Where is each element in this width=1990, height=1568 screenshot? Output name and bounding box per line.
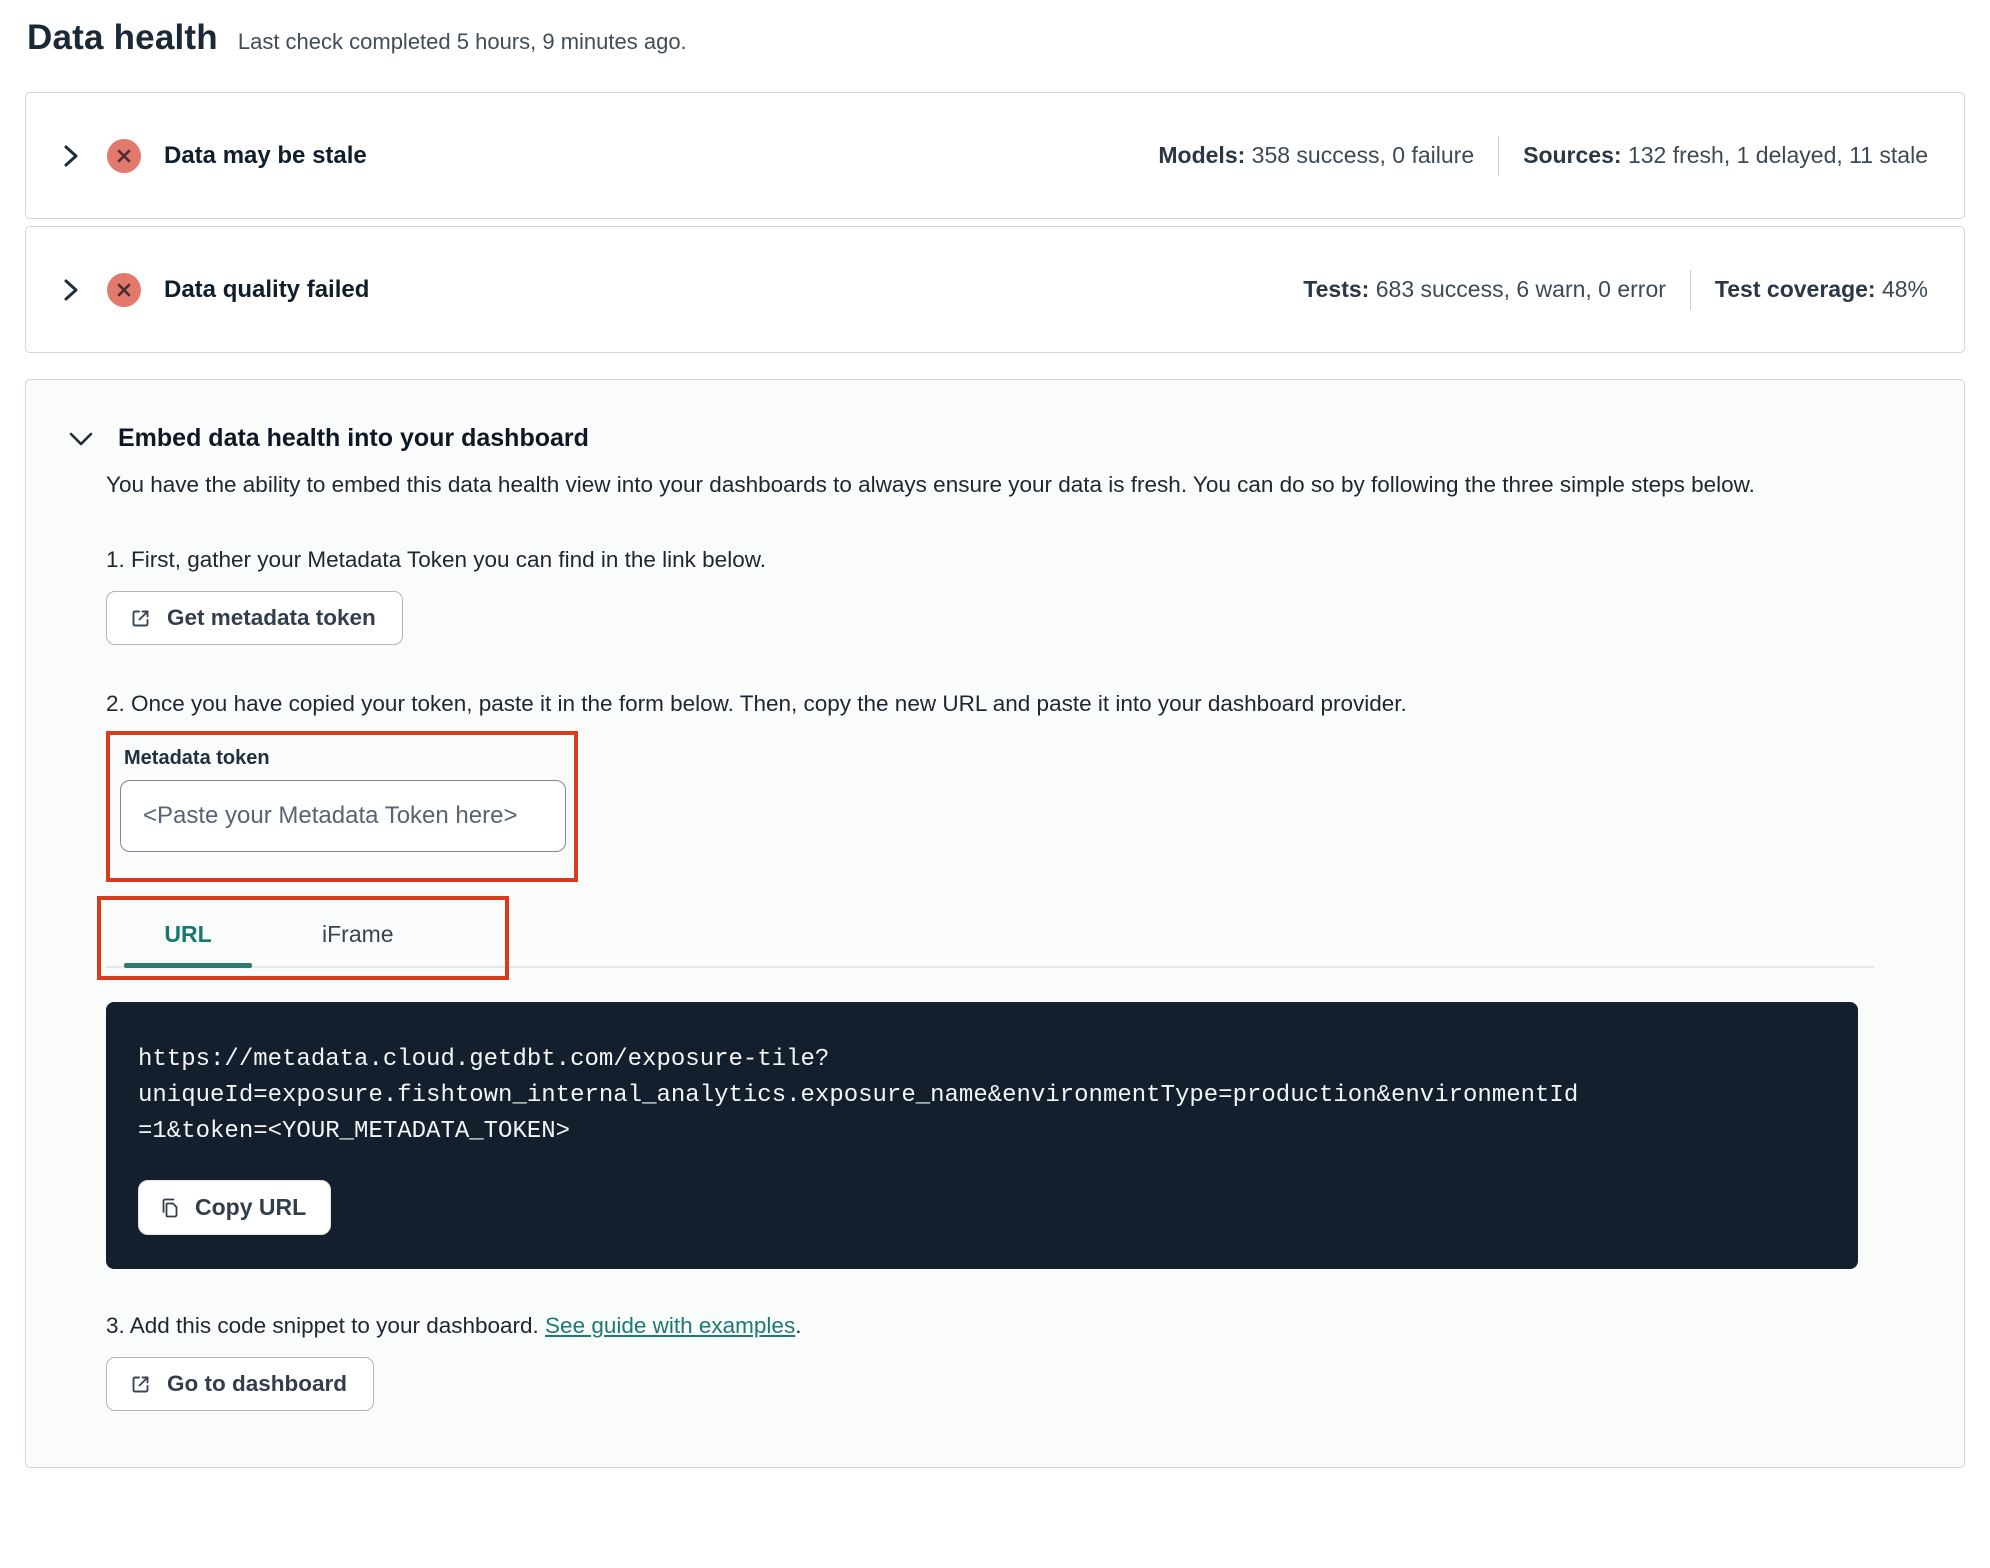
metric-label: Sources:: [1523, 142, 1622, 168]
metric-divider: [1498, 135, 1500, 176]
copy-icon: [162, 1198, 178, 1217]
embed-url-code-block: https://metadata.cloud.getdbt.com/exposu…: [106, 1002, 1858, 1269]
step-3-suffix: .: [795, 1313, 802, 1338]
tab-url[interactable]: URL: [124, 921, 252, 968]
embed-section-header[interactable]: Embed data health into your dashboard: [68, 424, 1874, 453]
embed-section-title: Embed data health into your dashboard: [118, 424, 589, 452]
expand-stale-button[interactable]: [58, 138, 84, 174]
external-link-icon: [132, 1376, 149, 1392]
go-to-dashboard-label: Go to dashboard: [167, 1371, 347, 1396]
chevron-right-icon: [64, 279, 78, 300]
output-tabs: URL iFrame: [97, 896, 1874, 980]
status-card-quality: Data quality failed Tests: 683 success, …: [25, 226, 1965, 353]
metadata-token-input[interactable]: [120, 780, 566, 852]
external-link-icon: [132, 610, 149, 626]
expand-quality-button[interactable]: [58, 272, 84, 308]
test-coverage-metric: Test coverage: 48%: [1715, 276, 1928, 303]
step-1-text: 1. First, gather your Metadata Token you…: [106, 547, 766, 572]
status-card-title: Data may be stale: [164, 141, 367, 169]
metric-label: Models:: [1158, 142, 1246, 168]
page-title: Data health: [27, 18, 218, 57]
embed-url-line: uniqueId=exposure.fishtown_internal_anal…: [138, 1082, 1579, 1109]
metadata-token-label: Metadata token: [124, 747, 270, 769]
get-metadata-token-label: Get metadata token: [167, 605, 376, 630]
sources-metric: Sources: 132 fresh, 1 delayed, 11 stale: [1523, 142, 1928, 169]
embed-url-line: https://metadata.cloud.getdbt.com/exposu…: [138, 1046, 830, 1073]
step-3-prefix: 3. Add this code snippet to your dashboa…: [106, 1313, 546, 1338]
tab-iframe[interactable]: iFrame: [308, 921, 408, 966]
token-field-annotation-box: Metadata token: [106, 731, 578, 882]
metric-value: 132 fresh, 1 delayed, 11 stale: [1627, 142, 1928, 168]
x-circle-icon: [107, 138, 141, 173]
page-header: Data health Last check completed 5 hours…: [27, 18, 1965, 58]
embed-description: You have the ability to embed this data …: [106, 472, 1755, 497]
copy-url-label: Copy URL: [195, 1194, 307, 1220]
chevron-right-icon: [64, 145, 78, 166]
embed-section: Embed data health into your dashboard Yo…: [25, 379, 1965, 1468]
get-metadata-token-button[interactable]: Get metadata token: [106, 591, 403, 645]
go-to-dashboard-button[interactable]: Go to dashboard: [106, 1357, 374, 1411]
status-card-title: Data quality failed: [164, 275, 370, 303]
status-card-stale: Data may be stale Models: 358 success, 0…: [25, 92, 1965, 219]
chevron-down-icon: [69, 432, 93, 445]
copy-url-button[interactable]: Copy URL: [138, 1180, 332, 1235]
guide-examples-link[interactable]: See guide with examples: [545, 1313, 795, 1338]
metric-value: 358 success, 0 failure: [1251, 142, 1475, 168]
tests-metric: Tests: 683 success, 6 warn, 0 error: [1303, 276, 1666, 303]
metric-label: Tests:: [1303, 276, 1370, 302]
metric-divider: [1689, 269, 1691, 310]
models-metric: Models: 358 success, 0 failure: [1158, 142, 1474, 169]
metric-value: 48%: [1881, 276, 1928, 302]
x-circle-icon: [107, 272, 141, 307]
embed-url-line: =1&token=<YOUR_METADATA_TOKEN>: [138, 1118, 571, 1145]
metric-label: Test coverage:: [1714, 276, 1876, 302]
last-check-status: Last check completed 5 hours, 9 minutes …: [237, 29, 687, 54]
step-2-text: 2. Once you have copied your token, past…: [106, 691, 1407, 716]
metric-value: 683 success, 6 warn, 0 error: [1375, 276, 1666, 302]
step-3-text: 3. Add this code snippet to your dashboa…: [106, 1313, 1874, 1339]
